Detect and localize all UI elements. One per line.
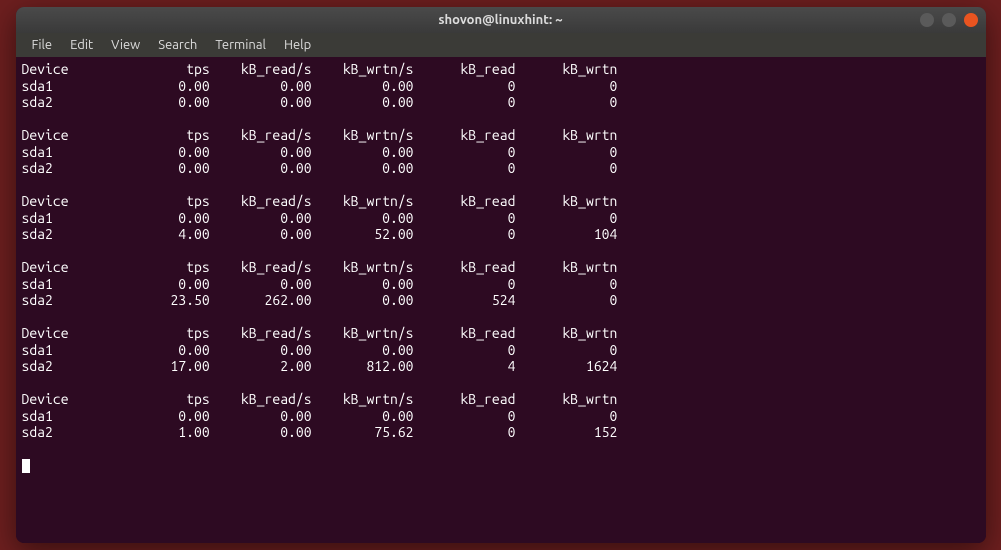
cursor: [22, 459, 30, 473]
window-controls: [920, 13, 978, 27]
terminal-output[interactable]: Device tps kB_read/s kB_wrtn/s kB_read k…: [16, 57, 986, 543]
close-button[interactable]: [964, 13, 978, 27]
maximize-button[interactable]: [942, 13, 956, 27]
menu-file[interactable]: File: [24, 36, 61, 54]
terminal-window: shovon@linuxhint: ~ File Edit View Searc…: [16, 7, 986, 543]
menu-edit[interactable]: Edit: [62, 36, 101, 54]
menu-terminal[interactable]: Terminal: [207, 36, 274, 54]
menu-help[interactable]: Help: [276, 36, 319, 54]
menu-view[interactable]: View: [103, 36, 148, 54]
minimize-button[interactable]: [920, 13, 934, 27]
menubar: File Edit View Search Terminal Help: [16, 33, 986, 57]
window-title: shovon@linuxhint: ~: [438, 13, 562, 27]
titlebar[interactable]: shovon@linuxhint: ~: [16, 7, 986, 33]
menu-search[interactable]: Search: [150, 36, 205, 54]
